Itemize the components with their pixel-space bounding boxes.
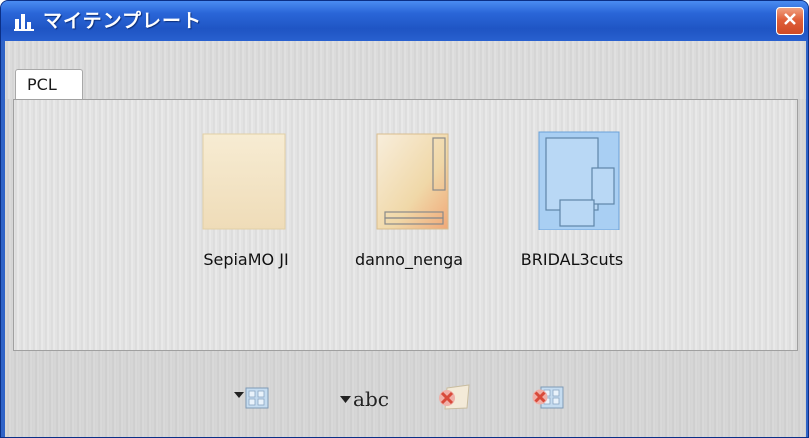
tab-strip: PCL <box>5 41 806 101</box>
template-label: BRIDAL3cuts <box>520 250 624 269</box>
bridal-layout-thumbnail <box>512 130 632 231</box>
delete-all-button[interactable] <box>525 381 569 417</box>
delete-page-icon <box>433 382 473 416</box>
template-item-sepiamoji[interactable]: SepiaMO JI <box>186 130 306 270</box>
tab-pcl[interactable]: PCL <box>15 69 83 101</box>
tab-label: PCL <box>27 75 57 94</box>
chart-bars-icon <box>13 10 35 32</box>
template-item-danno-nenga[interactable]: danno_nenga <box>349 130 469 270</box>
dropdown-grid-icon <box>232 382 272 416</box>
template-label: SepiaMO JI <box>203 250 289 269</box>
nenga-layout-thumbnail <box>349 130 469 230</box>
delete-grid-icon <box>527 382 567 416</box>
title-bar[interactable]: マイテンプレート <box>1 1 808 41</box>
window-title: マイテンプレート <box>43 10 203 32</box>
template-list-panel: SepiaMO JI danno_nenga BRIDAL3cuts <box>13 99 798 351</box>
delete-button[interactable] <box>431 381 475 417</box>
rename-button[interactable]: abc <box>328 381 400 417</box>
dropdown-abc-icon: abc <box>339 387 389 411</box>
view-options-button[interactable] <box>230 381 274 417</box>
template-window: マイテンプレート PCL SepiaMO JI danno_nenga BRID… <box>0 0 809 438</box>
close-button[interactable] <box>776 7 804 35</box>
template-label: danno_nenga <box>354 250 464 269</box>
close-icon <box>782 11 798 31</box>
rename-abc-text: abc <box>353 387 389 411</box>
sepia-page-thumbnail <box>186 130 306 230</box>
client-area: PCL SepiaMO JI danno_nenga BRIDAL3cuts a… <box>5 41 806 437</box>
template-item-bridal3cuts[interactable]: BRIDAL3cuts <box>512 130 632 270</box>
bottom-toolbar: abc <box>5 359 806 437</box>
